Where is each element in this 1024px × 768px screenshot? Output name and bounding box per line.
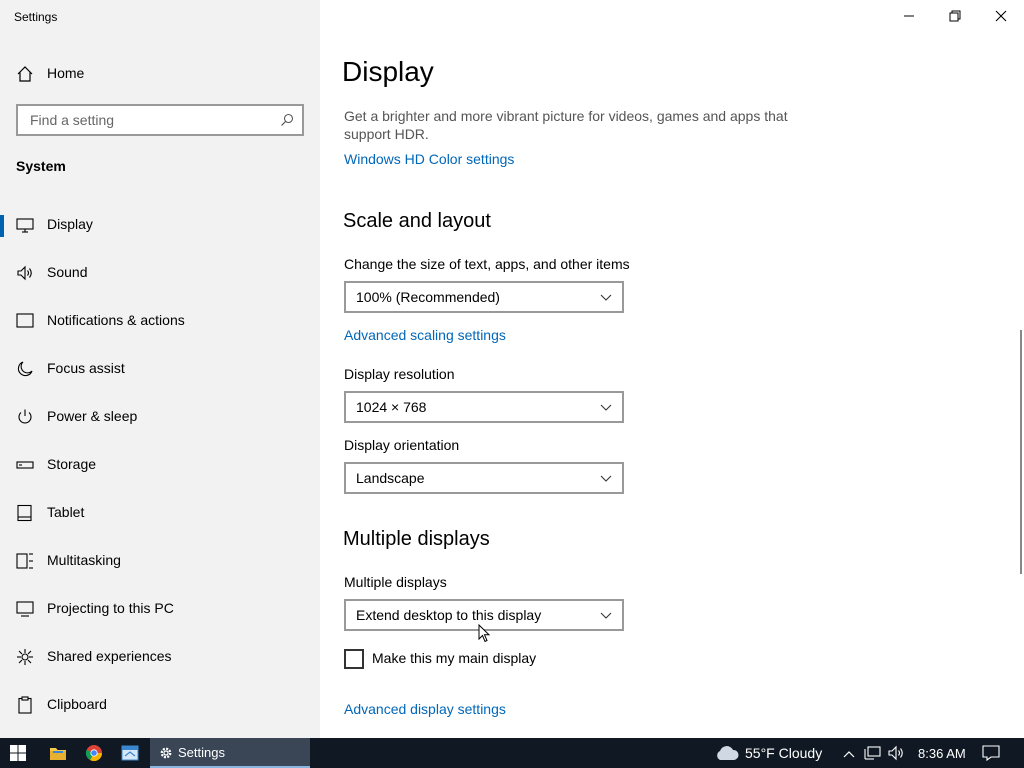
- scale-layout-heading: Scale and layout: [343, 210, 491, 232]
- notification-icon: [16, 312, 34, 330]
- sidebar-item-label: Shared experiences: [47, 648, 172, 664]
- taskbar: Settings 55°F Cloudy 8:36 AM: [0, 738, 1024, 768]
- sidebar-item-label: Sound: [47, 264, 88, 280]
- chrome-icon[interactable]: [76, 738, 112, 768]
- chevron-down-icon: [600, 291, 612, 309]
- sidebar-item-label: Tablet: [47, 504, 85, 520]
- orientation-value: Landscape: [356, 470, 425, 486]
- advanced-display-link[interactable]: Advanced display settings: [344, 701, 506, 717]
- advanced-scaling-link[interactable]: Advanced scaling settings: [344, 327, 506, 343]
- sidebar-item-label: Projecting to this PC: [47, 600, 174, 616]
- shared-icon: [16, 648, 34, 666]
- volume-icon[interactable]: [888, 745, 906, 766]
- search-box[interactable]: [16, 104, 304, 136]
- sidebar-item-clipboard[interactable]: Clipboard: [0, 685, 320, 725]
- chevron-down-icon: [600, 401, 612, 419]
- mouse-cursor-icon: [478, 623, 492, 649]
- multiple-displays-value: Extend desktop to this display: [356, 607, 542, 623]
- sidebar-item-label: Power & sleep: [47, 408, 138, 424]
- file-explorer-icon[interactable]: [40, 738, 76, 768]
- scale-dropdown[interactable]: 100% (Recommended): [344, 281, 624, 313]
- app-title: Settings: [14, 10, 58, 24]
- sidebar-item-shared-experiences[interactable]: Shared experiences: [0, 637, 320, 677]
- taskbar-settings-button[interactable]: Settings: [150, 738, 310, 768]
- sidebar-item-notifications[interactable]: Notifications & actions: [0, 301, 320, 341]
- gear-icon: [159, 746, 173, 765]
- sidebar-home[interactable]: Home: [0, 58, 320, 88]
- home-icon: [16, 65, 34, 88]
- multiple-displays-heading: Multiple displays: [343, 528, 490, 550]
- main-display-checkbox-label[interactable]: Make this my main display: [372, 650, 536, 666]
- storage-icon: [16, 456, 34, 474]
- speaker-icon: [16, 264, 34, 282]
- tablet-icon: [16, 504, 34, 522]
- sidebar-item-label: Multitasking: [47, 552, 121, 568]
- clipboard-icon: [16, 696, 34, 714]
- chevron-down-icon: [600, 472, 612, 490]
- moon-icon: [16, 360, 34, 378]
- section-label-system: System: [16, 158, 66, 174]
- sidebar-item-projecting[interactable]: Projecting to this PC: [0, 589, 320, 629]
- sidebar-item-tablet[interactable]: Tablet: [0, 493, 320, 533]
- scrollbar[interactable]: [1020, 330, 1022, 574]
- taskbar-settings-label: Settings: [178, 745, 225, 760]
- search-icon[interactable]: [280, 113, 294, 132]
- sidebar-item-display[interactable]: Display: [0, 205, 320, 245]
- scale-label: Change the size of text, apps, and other…: [344, 256, 630, 272]
- network-icon[interactable]: [864, 745, 882, 766]
- sidebar-item-label: Storage: [47, 456, 97, 472]
- orientation-dropdown[interactable]: Landscape: [344, 462, 624, 494]
- monitor-icon: [16, 216, 34, 234]
- chevron-down-icon: [600, 609, 612, 627]
- chevron-up-icon[interactable]: [842, 747, 856, 765]
- sidebar-home-label: Home: [47, 65, 85, 81]
- power-icon: [16, 408, 34, 426]
- orientation-label: Display orientation: [344, 437, 460, 453]
- sidebar-item-label: Clipboard: [47, 696, 107, 712]
- sidebar-item-label: Focus assist: [47, 360, 125, 376]
- sidebar-item-multitasking[interactable]: Multitasking: [0, 541, 320, 581]
- sidebar-item-label: Notifications & actions: [47, 312, 185, 328]
- sidebar: Settings Home System Display Sound Notif…: [0, 0, 320, 738]
- restore-button[interactable]: [932, 0, 978, 32]
- scale-value: 100% (Recommended): [356, 289, 500, 305]
- page-title: Display: [342, 56, 434, 87]
- sidebar-item-sound[interactable]: Sound: [0, 253, 320, 293]
- hdr-description: Get a brighter and more vibrant picture …: [344, 108, 788, 142]
- sidebar-item-power-sleep[interactable]: Power & sleep: [0, 397, 320, 437]
- weather-text[interactable]: 55°F Cloudy: [745, 745, 822, 761]
- resolution-dropdown[interactable]: 1024 × 768: [344, 391, 624, 423]
- sidebar-item-focus-assist[interactable]: Focus assist: [0, 349, 320, 389]
- projecting-icon: [16, 600, 34, 618]
- sidebar-item-storage[interactable]: Storage: [0, 445, 320, 485]
- resolution-value: 1024 × 768: [356, 399, 427, 415]
- cloud-icon[interactable]: [714, 745, 740, 766]
- main-content: Display Get a brighter and more vibrant …: [320, 0, 1024, 738]
- clock[interactable]: 8:36 AM: [918, 746, 966, 761]
- minimize-button[interactable]: [886, 0, 932, 32]
- action-center-icon[interactable]: [982, 745, 1000, 766]
- multiple-displays-label: Multiple displays: [344, 574, 447, 590]
- sidebar-item-label: Display: [47, 216, 93, 232]
- resolution-label: Display resolution: [344, 366, 455, 382]
- multitasking-icon: [16, 552, 34, 570]
- app-window-icon[interactable]: [112, 738, 148, 768]
- start-button[interactable]: [0, 738, 36, 768]
- close-button[interactable]: [978, 0, 1024, 32]
- hd-color-settings-link[interactable]: Windows HD Color settings: [344, 151, 514, 167]
- main-display-checkbox[interactable]: [344, 649, 364, 669]
- search-input[interactable]: [28, 111, 272, 129]
